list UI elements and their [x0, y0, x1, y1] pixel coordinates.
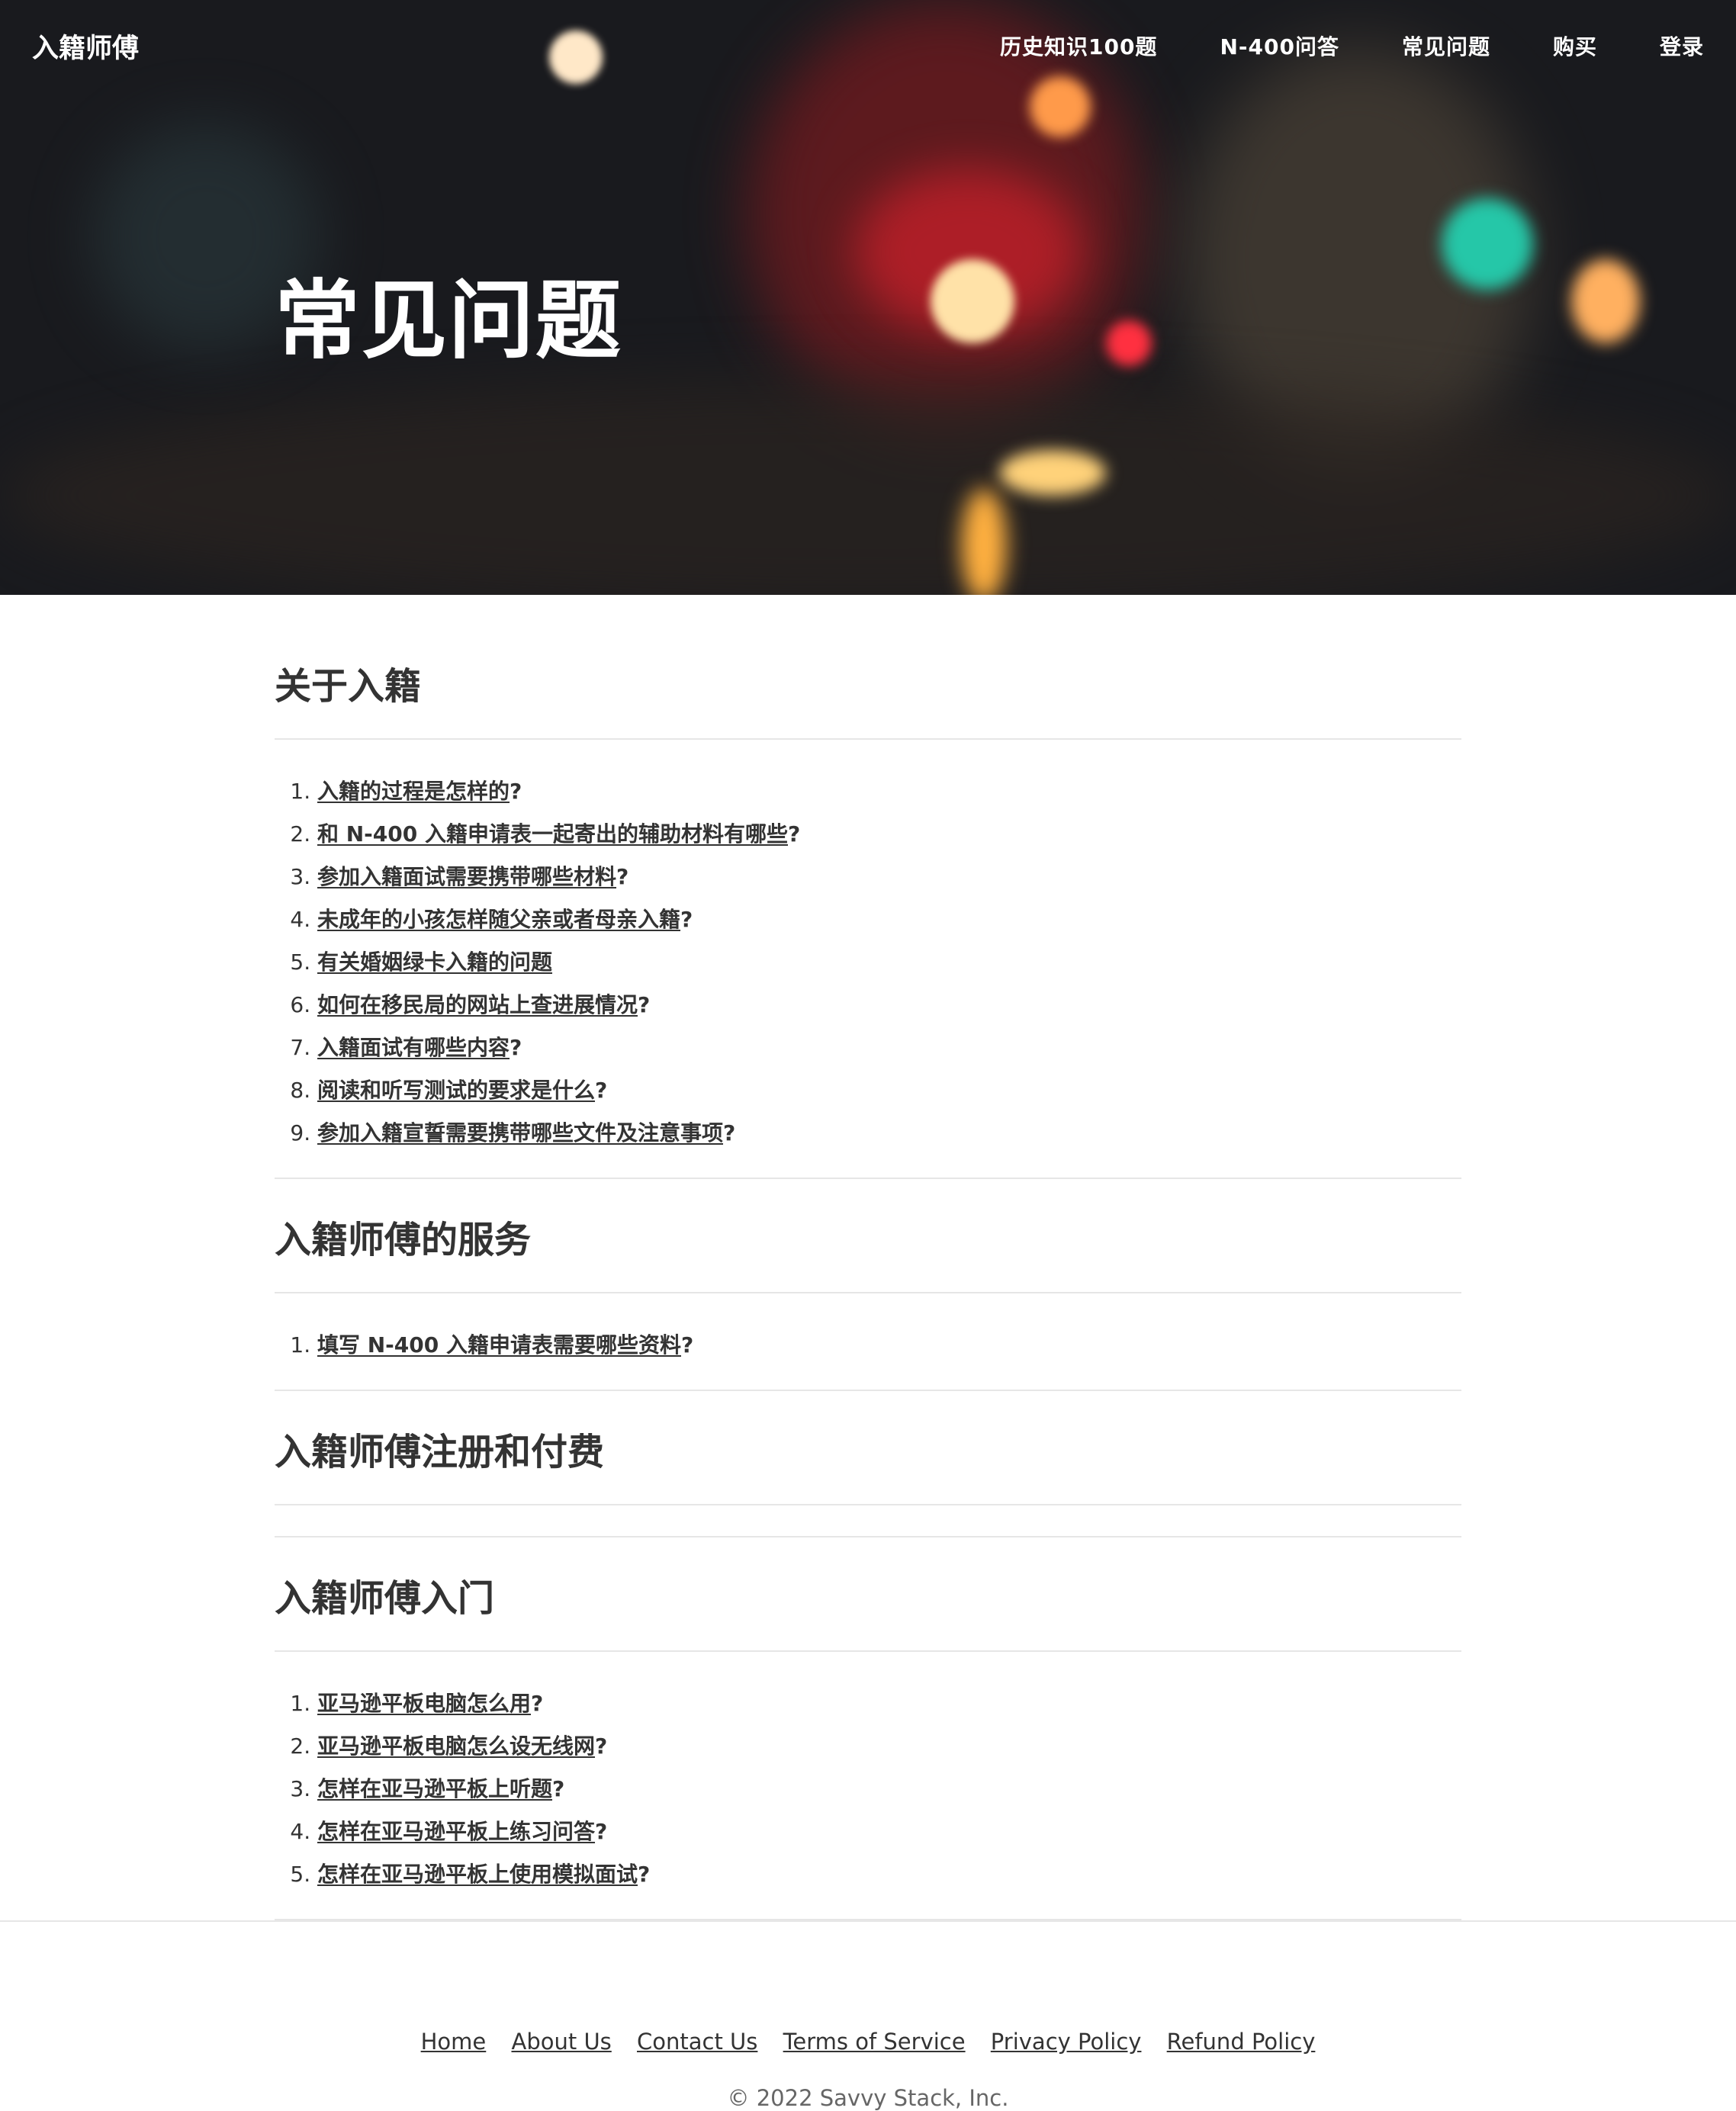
question-mark: ?: [788, 821, 801, 847]
question-link[interactable]: 怎样在亚马逊平板上听题: [317, 1776, 552, 1801]
question-link[interactable]: 如何在移民局的网站上查进展情况: [317, 992, 638, 1017]
list-item: 参加入籍面试需要携带哪些材料?: [317, 856, 1461, 898]
list-item: 入籍的过程是怎样的?: [317, 770, 1461, 813]
question-mark: ?: [595, 1819, 608, 1844]
list-item: 入籍面试有哪些内容?: [317, 1027, 1461, 1069]
footer-link-about-us[interactable]: About Us: [511, 2029, 611, 2055]
question-link[interactable]: 阅读和听写测试的要求是什么: [317, 1078, 595, 1103]
faq-section: 关于入籍入籍的过程是怎样的?和 N-400 入籍申请表一起寄出的辅助材料有哪些?…: [275, 656, 1461, 1179]
list-item: 怎样在亚马逊平板上使用模拟面试?: [317, 1853, 1461, 1896]
footer-link-privacy[interactable]: Privacy Policy: [991, 2029, 1142, 2055]
nav-links: 历史知识100题 N-400问答 常见问题 购买 登录: [937, 31, 1704, 61]
question-link[interactable]: 入籍面试有哪些内容: [317, 1035, 510, 1060]
nav-item-buy[interactable]: 购买: [1553, 31, 1597, 61]
list-item: 填写 N-400 入籍申请表需要哪些资料?: [317, 1324, 1461, 1367]
question-list: 填写 N-400 入籍申请表需要哪些资料?: [275, 1293, 1461, 1390]
question-link[interactable]: 参加入籍宣誓需要携带哪些文件及注意事项: [317, 1120, 723, 1145]
section-title: 入籍师傅注册和付费: [275, 1391, 1461, 1505]
list-item: 亚马逊平板电脑怎么设无线网?: [317, 1725, 1461, 1768]
question-link[interactable]: 填写 N-400 入籍申请表需要哪些资料: [317, 1332, 681, 1358]
page-title: 常见问题: [275, 272, 622, 371]
footer-link-refund[interactable]: Refund Policy: [1167, 2029, 1316, 2055]
faq-content: 关于入籍入籍的过程是怎样的?和 N-400 入籍申请表一起寄出的辅助材料有哪些?…: [275, 595, 1461, 1920]
bg-bokeh: [0, 381, 1736, 595]
question-link[interactable]: 参加入籍面试需要携带哪些材料: [317, 864, 616, 889]
question-mark: ?: [723, 1120, 736, 1145]
question-mark: ?: [681, 1332, 694, 1358]
question-mark: ?: [638, 992, 651, 1017]
question-link[interactable]: 亚马逊平板电脑怎么设无线网: [317, 1733, 595, 1759]
question-link[interactable]: 怎样在亚马逊平板上练习问答: [317, 1819, 595, 1844]
nav-item-faq[interactable]: 常见问题: [1402, 31, 1490, 61]
bg-bokeh: [1106, 320, 1152, 366]
faq-section: 入籍师傅注册和付费: [275, 1391, 1461, 1537]
question-link[interactable]: 未成年的小孩怎样随父亲或者母亲入籍: [317, 907, 680, 932]
footer-link-contact-us[interactable]: Contact Us: [637, 2029, 757, 2055]
list-item: 怎样在亚马逊平板上听题?: [317, 1768, 1461, 1811]
nav-item-n400-qa[interactable]: N-400问答: [1220, 31, 1339, 61]
question-mark: ?: [638, 1862, 651, 1887]
list-item: 未成年的小孩怎样随父亲或者母亲入籍?: [317, 898, 1461, 941]
bg-bokeh: [1571, 259, 1640, 343]
list-item: 有关婚姻绿卡入籍的问题: [317, 941, 1461, 984]
copyright: © 2022 Savvy Stack, Inc.: [727, 2085, 1009, 2111]
list-item: 如何在移民局的网站上查进展情况?: [317, 984, 1461, 1027]
bg-bokeh: [931, 259, 1014, 343]
footer-link-terms[interactable]: Terms of Service: [783, 2029, 966, 2055]
footer: Home About Us Contact Us Terms of Servic…: [0, 1920, 1736, 2111]
hero-banner: 入籍师傅 历史知识100题 N-400问答 常见问题 购买 登录 常见问题: [0, 0, 1736, 595]
bg-bokeh: [999, 450, 1106, 496]
question-mark: ?: [552, 1776, 565, 1801]
question-mark: ?: [616, 864, 629, 889]
question-link[interactable]: 亚马逊平板电脑怎么用: [317, 1691, 531, 1716]
faq-section: 入籍师傅的服务填写 N-400 入籍申请表需要哪些资料?: [275, 1179, 1461, 1391]
footer-link-home[interactable]: Home: [421, 2029, 487, 2055]
list-item: 参加入籍宣誓需要携带哪些文件及注意事项?: [317, 1112, 1461, 1155]
list-item: 亚马逊平板电脑怎么用?: [317, 1682, 1461, 1725]
list-item: 和 N-400 入籍申请表一起寄出的辅助材料有哪些?: [317, 813, 1461, 856]
faq-sections: 关于入籍入籍的过程是怎样的?和 N-400 入籍申请表一起寄出的辅助材料有哪些?…: [275, 656, 1461, 1920]
footer-links: Home About Us Contact Us Terms of Servic…: [0, 2029, 1736, 2055]
question-list: 亚马逊平板电脑怎么用?亚马逊平板电脑怎么设无线网?怎样在亚马逊平板上听题?怎样在…: [275, 1652, 1461, 1919]
list-item: 怎样在亚马逊平板上练习问答?: [317, 1811, 1461, 1853]
question-link[interactable]: 入籍的过程是怎样的: [317, 779, 510, 804]
question-link[interactable]: 和 N-400 入籍申请表一起寄出的辅助材料有哪些: [317, 821, 788, 847]
question-mark: ?: [595, 1733, 608, 1759]
question-mark: ?: [595, 1078, 608, 1103]
question-mark: ?: [510, 1035, 522, 1060]
brand-logo[interactable]: 入籍师傅: [32, 27, 139, 66]
faq-section: 入籍师傅入门亚马逊平板电脑怎么用?亚马逊平板电脑怎么设无线网?怎样在亚马逊平板上…: [275, 1537, 1461, 1920]
list-item: 阅读和听写测试的要求是什么?: [317, 1069, 1461, 1112]
question-mark: ?: [510, 779, 522, 804]
nav-item-login[interactable]: 登录: [1660, 31, 1704, 61]
top-nav: 入籍师傅 历史知识100题 N-400问答 常见问题 购买 登录: [0, 0, 1736, 92]
question-link[interactable]: 有关婚姻绿卡入籍的问题: [317, 949, 552, 975]
question-mark: ?: [531, 1691, 544, 1716]
section-title: 入籍师傅的服务: [275, 1179, 1461, 1293]
nav-item-history-100[interactable]: 历史知识100题: [1000, 31, 1157, 61]
section-title: 入籍师傅入门: [275, 1537, 1461, 1652]
section-title: 关于入籍: [275, 656, 1461, 740]
question-link[interactable]: 怎样在亚马逊平板上使用模拟面试: [317, 1862, 638, 1887]
question-mark: ?: [680, 907, 693, 932]
bg-bokeh: [1442, 198, 1533, 290]
bg-bokeh: [961, 488, 1007, 595]
question-list: 入籍的过程是怎样的?和 N-400 入籍申请表一起寄出的辅助材料有哪些?参加入籍…: [275, 740, 1461, 1178]
